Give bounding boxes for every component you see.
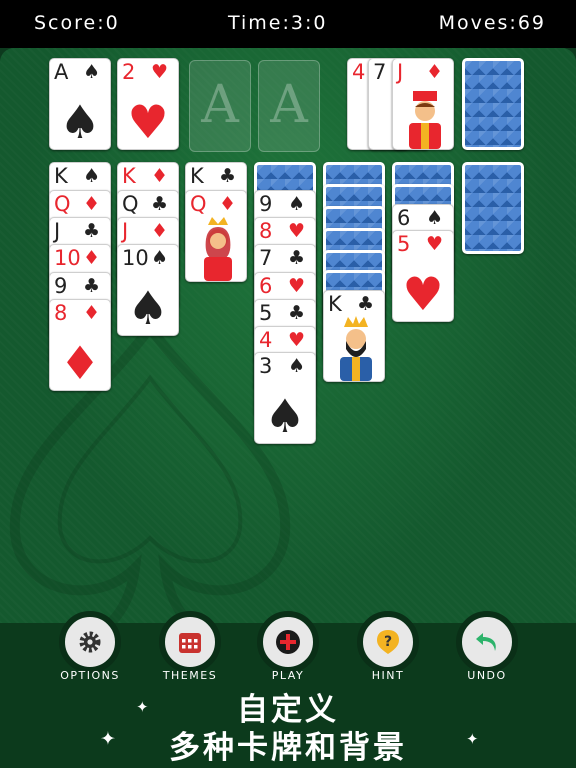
- club-icon: ♣: [219, 165, 237, 187]
- spade-icon: ♠: [288, 193, 306, 215]
- options-label: OPTIONS: [60, 669, 120, 682]
- spade-icon: ♠: [288, 355, 306, 377]
- card-rank: 3: [259, 354, 273, 378]
- club-icon: ♣: [288, 247, 306, 269]
- heart-icon: ♥: [402, 267, 444, 321]
- undo-label: UNDO: [467, 669, 507, 682]
- svg-text:?: ?: [384, 634, 392, 650]
- hint-label: HINT: [371, 669, 405, 682]
- heart-icon: ♥: [127, 95, 169, 149]
- gear-icon: [79, 631, 101, 653]
- undo-circle[interactable]: [456, 611, 518, 673]
- card-rank: 2: [122, 60, 136, 84]
- slot-letter: A: [201, 75, 239, 135]
- club-icon: ♣: [357, 293, 375, 315]
- card-rank: K: [190, 164, 204, 188]
- card-rank: 5: [259, 301, 273, 325]
- card-rank: 7: [259, 246, 273, 270]
- hint-icon: ?: [377, 630, 399, 654]
- card-rank: J: [54, 219, 61, 243]
- diamond-icon: ♦: [151, 165, 169, 187]
- diamond-icon: ♦: [219, 193, 237, 215]
- card-rank: 4: [259, 328, 273, 352]
- diamond-icon: ♦: [59, 336, 101, 390]
- spade-icon: ♠: [59, 95, 101, 149]
- options-circle[interactable]: [59, 611, 121, 673]
- club-icon: ♣: [83, 275, 101, 297]
- card-rank: K: [122, 164, 136, 188]
- diamond-icon: ♦: [151, 220, 169, 242]
- king-face-icon: [340, 316, 372, 381]
- card-rank: J: [397, 60, 404, 84]
- card-rank: 6: [259, 274, 273, 298]
- card-rank: 8: [54, 301, 68, 325]
- foundation-empty-slot[interactable]: A: [258, 60, 320, 152]
- tableau-card[interactable]: 3 ♠ ♠: [254, 352, 316, 444]
- card-rank: K: [328, 292, 342, 316]
- heart-icon: ♥: [288, 220, 306, 242]
- card-rank: Q: [54, 192, 71, 216]
- tableau-card[interactable]: 8 ♦ ♦: [49, 299, 111, 391]
- hint-circle[interactable]: ?: [357, 611, 419, 673]
- spade-icon: ♠: [83, 165, 101, 187]
- play-circle[interactable]: [257, 611, 319, 673]
- club-icon: ♣: [151, 193, 169, 215]
- card-rank: 10: [122, 246, 149, 270]
- foundation-hearts[interactable]: 2 ♥ ♥: [117, 58, 179, 150]
- card-rank: 10: [54, 246, 81, 270]
- tableau-card[interactable]: 5 ♥ ♥: [392, 230, 454, 322]
- queen-face-icon: [204, 217, 232, 281]
- promo-subheadline: 多种卡牌和背景: [169, 730, 407, 766]
- calendar-icon: [179, 633, 201, 653]
- spade-icon: ♠: [127, 281, 169, 335]
- card-rank: 9: [259, 192, 273, 216]
- heart-icon: ♥: [288, 329, 306, 351]
- card-rank: K: [54, 164, 68, 188]
- card-rank: 5: [397, 232, 411, 256]
- spade-icon: ♠: [426, 207, 444, 229]
- foundation-empty-slot[interactable]: A: [189, 60, 251, 152]
- card-rank: 8: [259, 219, 273, 243]
- moves-label: Moves:69: [438, 12, 546, 34]
- card-rank: 4: [352, 60, 366, 84]
- heart-icon: ♥: [151, 61, 169, 83]
- jack-face-icon: [409, 91, 441, 149]
- card-rank: 6: [397, 206, 411, 230]
- time-label: Time:3:0: [228, 12, 328, 34]
- spade-icon: ♠: [264, 389, 306, 443]
- diamond-icon: ♦: [83, 247, 101, 269]
- themes-circle[interactable]: [159, 611, 221, 673]
- waste-top-card[interactable]: J ♦: [392, 58, 454, 150]
- card-rank: Q: [122, 192, 139, 216]
- diamond-icon: ♦: [83, 193, 101, 215]
- heart-icon: ♥: [288, 275, 306, 297]
- spade-icon: ♠: [83, 61, 101, 83]
- plus-icon: [276, 630, 300, 654]
- themes-label: THEMES: [162, 669, 218, 682]
- score-label: Score:0: [34, 12, 120, 34]
- card-rank: 9: [54, 274, 68, 298]
- tableau-card[interactable]: Q ♦: [185, 190, 247, 282]
- slot-letter: A: [270, 75, 308, 135]
- card-rank: J: [122, 219, 129, 243]
- status-bar: Score:0 Time:3:0 Moves:69: [0, 0, 576, 48]
- card-rank: A: [54, 60, 69, 84]
- club-icon: ♣: [288, 302, 306, 324]
- card-rank: 7: [373, 60, 387, 84]
- play-label: PLAY: [271, 669, 305, 682]
- stock-pile-secondary[interactable]: [462, 162, 524, 254]
- card-rank: Q: [190, 192, 207, 216]
- diamond-icon: ♦: [426, 61, 444, 83]
- diamond-icon: ♦: [83, 302, 101, 324]
- undo-arrow-icon: [476, 633, 496, 651]
- tableau-card[interactable]: K ♣: [323, 290, 385, 382]
- club-icon: ♣: [83, 220, 101, 242]
- tableau-card[interactable]: 10 ♠ ♠: [117, 244, 179, 336]
- heart-icon: ♥: [426, 233, 444, 255]
- spade-icon: ♠: [151, 247, 169, 269]
- foundation-spades[interactable]: A ♠ ♠: [49, 58, 111, 150]
- stock-pile[interactable]: [462, 58, 524, 150]
